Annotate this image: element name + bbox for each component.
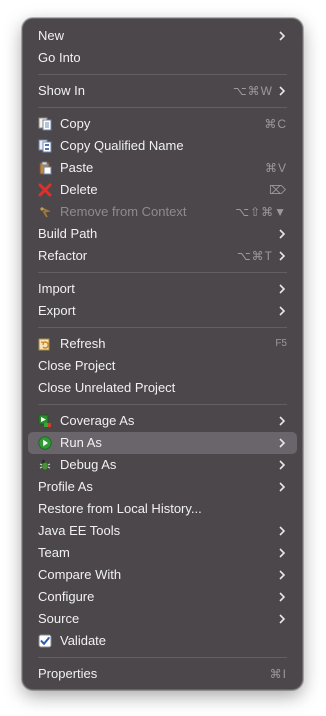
menu-shortcut: ⌥⇧⌘▼ <box>235 205 287 219</box>
delete-x-icon <box>38 183 52 197</box>
menu-item-refresh[interactable]: Refresh F5 <box>28 333 297 355</box>
menu-item-close-unrelated-project[interactable]: Close Unrelated Project <box>28 377 297 399</box>
menu-item-label: Import <box>38 281 75 296</box>
menu-item-label: Show In <box>38 83 85 98</box>
chevron-right-icon <box>279 284 286 294</box>
menu-item-label: Close Project <box>38 358 116 373</box>
chevron-right-icon <box>279 86 286 96</box>
menu-item-label: Remove from Context <box>60 204 187 219</box>
menu-item-configure[interactable]: Configure <box>28 586 297 608</box>
menu-item-remove-from-context[interactable]: Remove from Context ⌥⇧⌘▼ <box>28 201 297 223</box>
menu-item-label: Source <box>38 611 80 626</box>
chevron-right-icon <box>279 482 286 492</box>
menu-item-refactor[interactable]: Refactor ⌥⌘T <box>28 245 297 267</box>
menu-item-label: Copy Qualified Name <box>60 138 184 153</box>
menu-item-show-in[interactable]: Show In ⌥⌘W <box>28 80 297 102</box>
menu-item-import[interactable]: Import <box>28 278 297 300</box>
chevron-right-icon <box>279 548 286 558</box>
coverage-icon <box>38 414 51 427</box>
chevron-right-icon <box>279 614 286 624</box>
menu-item-export[interactable]: Export <box>28 300 297 322</box>
chevron-right-icon <box>279 460 286 470</box>
chevron-right-icon <box>279 592 286 602</box>
menu-item-label: Team <box>38 545 70 560</box>
menu-item-copy-qualified-name[interactable]: Copy Qualified Name <box>28 135 297 157</box>
menu-item-restore-local-history[interactable]: Restore from Local History... <box>28 498 297 520</box>
menu-item-go-into[interactable]: Go Into <box>28 47 297 69</box>
checkbox-checked-icon <box>38 634 52 648</box>
menu-item-label: Go Into <box>38 50 81 65</box>
menu-item-java-ee-tools[interactable]: Java EE Tools <box>28 520 297 542</box>
chevron-right-icon <box>279 570 286 580</box>
menu-separator <box>38 327 287 328</box>
menu-separator <box>38 272 287 273</box>
menu-item-team[interactable]: Team <box>28 542 297 564</box>
menu-item-label: New <box>38 28 65 43</box>
menu-item-new[interactable]: New <box>28 25 297 47</box>
menu-item-coverage-as[interactable]: Coverage As <box>28 410 297 432</box>
menu-item-build-path[interactable]: Build Path <box>28 223 297 245</box>
chevron-right-icon <box>279 229 286 239</box>
menu-separator <box>38 657 287 658</box>
menu-item-properties[interactable]: Properties ⌘I <box>28 663 297 685</box>
chevron-right-icon <box>279 306 286 316</box>
chevron-right-icon <box>279 31 286 41</box>
menu-item-profile-as[interactable]: Profile As <box>28 476 297 498</box>
menu-shortcut: ⌘I <box>269 667 287 681</box>
menu-shortcut: ⌥⌘T <box>236 249 273 263</box>
chevron-right-icon <box>279 526 286 536</box>
remove-context-icon <box>40 207 51 218</box>
menu-item-label: Export <box>38 303 76 318</box>
menu-item-label: Restore from Local History... <box>38 501 202 516</box>
menu-shortcut: ⌘C <box>264 117 287 131</box>
menu-item-label: Build Path <box>38 226 98 241</box>
chevron-right-icon <box>279 416 286 426</box>
menu-item-source[interactable]: Source <box>28 608 297 630</box>
menu-item-validate[interactable]: Validate <box>28 630 297 652</box>
menu-item-label: Coverage As <box>60 413 135 428</box>
menu-item-close-project[interactable]: Close Project <box>28 355 297 377</box>
context-menu: New Go Into Show In ⌥⌘W Copy ⌘C Copy Qua… <box>22 18 303 690</box>
paste-icon <box>39 161 52 175</box>
menu-item-label: Profile As <box>38 479 93 494</box>
menu-item-copy[interactable]: Copy ⌘C <box>28 113 297 135</box>
chevron-right-icon <box>279 438 286 448</box>
menu-item-run-as[interactable]: Run As <box>28 432 297 454</box>
menu-item-label: Java EE Tools <box>38 523 121 538</box>
menu-separator <box>38 74 287 75</box>
menu-item-debug-as[interactable]: Debug As <box>28 454 297 476</box>
menu-shortcut: ⌘V <box>264 161 287 175</box>
menu-shortcut: ⌦ <box>269 183 287 197</box>
copy-qualified-icon <box>38 139 52 153</box>
menu-shortcut: F5 <box>275 338 287 349</box>
menu-item-paste[interactable]: Paste ⌘V <box>28 157 297 179</box>
chevron-right-icon <box>279 251 286 261</box>
menu-item-label: Properties <box>38 666 98 681</box>
menu-separator <box>38 404 287 405</box>
menu-item-label: Configure <box>38 589 95 604</box>
run-play-icon <box>38 436 52 450</box>
menu-separator <box>38 107 287 108</box>
menu-item-compare-with[interactable]: Compare With <box>28 564 297 586</box>
menu-item-label: Compare With <box>38 567 122 582</box>
menu-item-label: Close Unrelated Project <box>38 380 176 395</box>
menu-item-delete[interactable]: Delete ⌦ <box>28 179 297 201</box>
menu-shortcut: ⌥⌘W <box>232 84 273 98</box>
debug-bug-icon <box>39 459 51 471</box>
refresh-icon <box>38 338 50 351</box>
menu-item-label: Refactor <box>38 248 88 263</box>
copy-icon <box>38 117 52 131</box>
